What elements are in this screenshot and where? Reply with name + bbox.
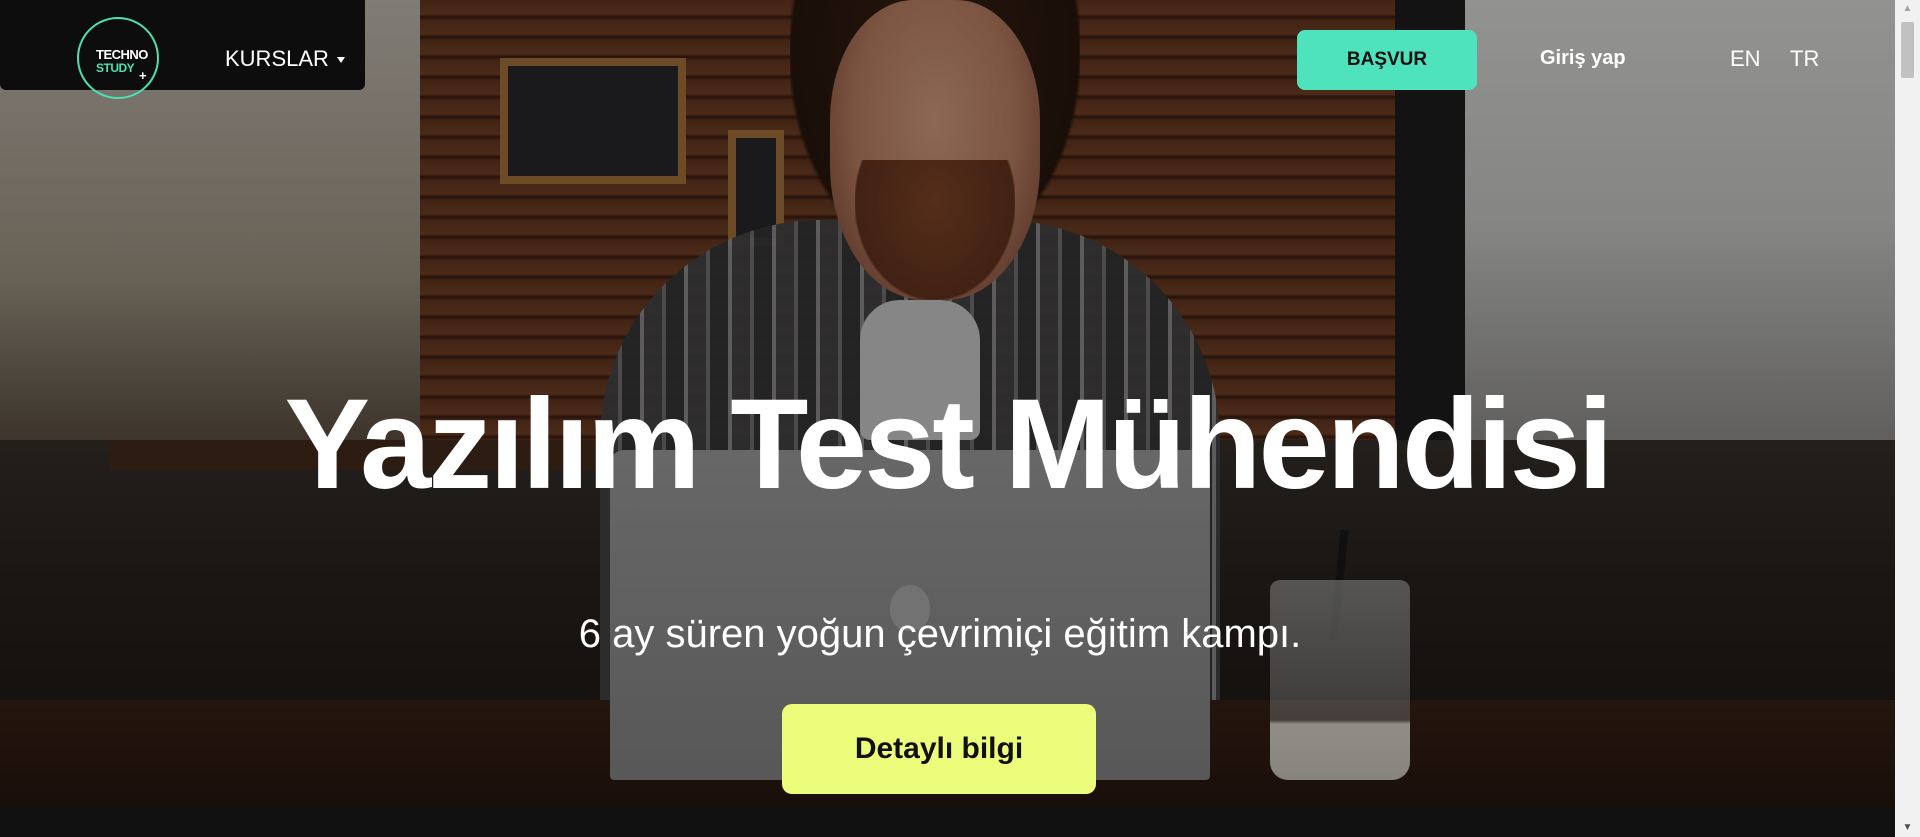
logo-plus-icon: + bbox=[139, 68, 147, 83]
language-en[interactable]: EN bbox=[1730, 46, 1761, 72]
hero-subtitle: 6 ay süren yoğun çevrimiçi eğitim kampı. bbox=[578, 612, 1302, 656]
section-divider bbox=[0, 805, 1895, 837]
hero-title: Yazılım Test Mühendisi bbox=[284, 373, 1614, 516]
logo-text-study: STUDY bbox=[96, 61, 135, 75]
arrow-up-icon[interactable]: ▲ bbox=[1895, 0, 1920, 18]
techno-study-logo[interactable]: TECHNO STUDY + bbox=[77, 17, 159, 99]
detail-info-button[interactable]: Detaylı bilgi bbox=[782, 704, 1096, 794]
vertical-scrollbar[interactable]: ▲ ▼ bbox=[1895, 0, 1920, 837]
logo-text-techno: TECHNO bbox=[96, 47, 148, 62]
language-tr[interactable]: TR bbox=[1790, 46, 1819, 72]
page: ▲ ▼ TECHNO STUDY + KURSLAR BAŞVUR Giriş … bbox=[0, 0, 1920, 837]
courses-menu[interactable]: KURSLAR bbox=[225, 46, 345, 72]
apply-button[interactable]: BAŞVUR bbox=[1297, 30, 1477, 90]
scrollbar-thumb[interactable] bbox=[1901, 22, 1914, 78]
login-link[interactable]: Giriş yap bbox=[1540, 47, 1626, 70]
arrow-down-icon[interactable]: ▼ bbox=[1895, 819, 1920, 837]
chevron-down-icon bbox=[336, 57, 345, 63]
courses-menu-label: KURSLAR bbox=[225, 46, 329, 71]
